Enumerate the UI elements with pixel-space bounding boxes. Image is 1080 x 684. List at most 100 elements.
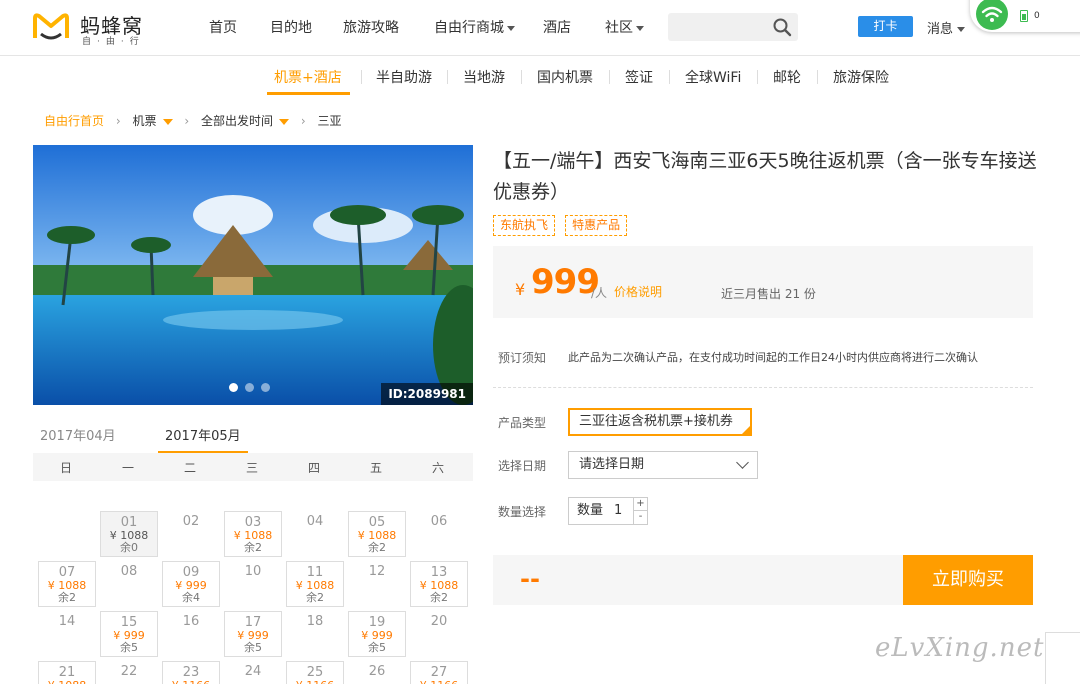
wifi-icon	[976, 0, 1008, 30]
weekday-label: 四	[307, 461, 320, 475]
search-icon[interactable]	[772, 17, 792, 37]
total-price: --	[520, 565, 540, 593]
buy-now-button[interactable]: 立即购买	[903, 555, 1033, 605]
price-explanation-link[interactable]: 价格说明	[614, 283, 662, 300]
calendar-day: 02	[162, 511, 220, 557]
calendar-day-number: 23	[182, 665, 200, 680]
carousel-dot[interactable]	[261, 383, 270, 392]
sub-nav: 机票+酒店 半自助游 当地游 国内机票 签证 全球WiFi 邮轮 旅游保险	[0, 56, 1080, 96]
wifi-widget[interactable]: 0	[970, 0, 1080, 32]
divider	[493, 387, 1033, 388]
calendar-day-number: 12	[368, 564, 386, 579]
image-id-label: ID:2089981	[381, 383, 473, 405]
breadcrumb-flight-label: 机票	[132, 114, 157, 128]
tab-month-april[interactable]: 2017年04月	[40, 425, 116, 444]
sold-count: 近三月售出 21 份	[721, 287, 816, 301]
logo[interactable]: 蚂蜂窝 自·由·行	[32, 10, 162, 47]
side-widget[interactable]	[1045, 632, 1080, 684]
date-select-placeholder: 请选择日期	[579, 457, 645, 472]
calendar-day-price: ¥ 1166	[163, 680, 219, 684]
calendar-day-number: 02	[182, 514, 200, 529]
calendar-day[interactable]: 19 ¥ 999 余5	[348, 611, 406, 657]
purchase-bar: -- 立即购买	[493, 555, 1033, 605]
nav-mall[interactable]: 自由行商城	[434, 17, 515, 37]
carousel-dot[interactable]	[245, 383, 254, 392]
quantity-stepper: 数量 1 + -	[568, 497, 648, 525]
calendar-day[interactable]: 05 ¥ 1088 余2	[348, 511, 406, 557]
calendar-day[interactable]: 03 ¥ 1088 余2	[224, 511, 282, 557]
calendar-day[interactable]: 09 ¥ 999 余4	[162, 561, 220, 607]
calendar-day[interactable]: 27¥ 1166余2	[410, 661, 468, 684]
calendar-day-number: 22	[120, 664, 138, 679]
breadcrumb-departure-time[interactable]: 全部出发时间	[201, 112, 289, 129]
product-title: 【五一/端午】西安飞海南三亚6天5晚往返机票（含一张专车接送优惠券）	[493, 150, 1037, 203]
subnav-wifi[interactable]: 全球WiFi	[685, 67, 741, 87]
nav-destination[interactable]: 目的地	[270, 17, 312, 37]
calendar-day-number: 03	[244, 515, 262, 530]
date-select[interactable]: 请选择日期	[568, 451, 758, 479]
calendar-day[interactable]: 21¥ 1088余2	[38, 661, 96, 684]
divider	[447, 70, 448, 84]
quantity-field-label: 数量	[577, 503, 604, 518]
product-tags: 东航执飞 特惠产品	[493, 215, 633, 236]
quantity-input[interactable]: 1	[614, 498, 622, 524]
calendar-day[interactable]: 07 ¥ 1088 余2	[38, 561, 96, 607]
chevron-right-icon: ›	[184, 113, 190, 128]
divider	[609, 70, 610, 84]
calendar-day[interactable]: 13 ¥ 1088 余2	[410, 561, 468, 607]
subnav-semi-guided[interactable]: 半自助游	[376, 67, 432, 87]
watermark: eLvXing.net	[875, 633, 1045, 663]
breadcrumb-home[interactable]: 自由行首页	[44, 112, 104, 129]
quantity-plus-button[interactable]: +	[633, 498, 647, 511]
calendar-day: 04	[286, 511, 344, 557]
chevron-down-icon	[736, 456, 749, 469]
chevron-down-icon	[957, 27, 966, 32]
calendar-day[interactable]: 23¥ 1166余2	[162, 661, 220, 684]
carousel-dot[interactable]	[229, 383, 238, 392]
subnav-domestic-flights[interactable]: 国内机票	[537, 67, 593, 87]
nav-community-label: 社区	[605, 20, 633, 36]
price-calendar: 日 一 二 三 四 五 六 01 ¥ 1088 余0 02 03 ¥ 1088 余2 04 05…	[33, 453, 473, 684]
subnav-visa[interactable]: 签证	[625, 67, 653, 87]
weekday-label: 六	[431, 461, 444, 475]
subnav-local-tours[interactable]: 当地游	[463, 67, 505, 87]
quantity-minus-button[interactable]: -	[633, 511, 647, 524]
calendar-day-remaining: 余5	[368, 641, 386, 654]
calendar-day-number: 14	[58, 614, 76, 629]
calendar-day: 20	[410, 611, 468, 657]
calendar-day[interactable]: 25¥ 1166余2	[286, 661, 344, 684]
search-input[interactable]	[668, 13, 798, 41]
nav-community[interactable]: 社区	[605, 17, 644, 37]
tab-month-may[interactable]: 2017年05月	[165, 425, 241, 444]
subnav-cruise[interactable]: 邮轮	[773, 67, 801, 87]
calendar-day-remaining: 余2	[244, 541, 262, 554]
calendar-day: 10	[224, 561, 282, 607]
checkin-button[interactable]: 打卡	[858, 16, 913, 37]
breadcrumb-flight[interactable]: 机票	[132, 112, 173, 129]
product-photo[interactable]: ID:2089981	[33, 145, 473, 405]
calendar-day-number: 24	[244, 664, 262, 679]
nav-guides[interactable]: 旅游攻略	[343, 17, 399, 37]
subnav-flight-hotel[interactable]: 机票+酒店	[274, 67, 342, 87]
chevron-right-icon: ›	[115, 113, 121, 128]
battery-value: 0	[1034, 11, 1040, 21]
calendar-day[interactable]: 11 ¥ 1088 余2	[286, 561, 344, 607]
calendar-day-remaining: 余2	[58, 591, 76, 604]
calendar-day-number: 27	[430, 665, 448, 680]
calendar-day[interactable]: 17 ¥ 999 余5	[224, 611, 282, 657]
calendar-day[interactable]: 01 ¥ 1088 余0	[100, 511, 158, 557]
calendar-grid: 01 ¥ 1088 余0 02 03 ¥ 1088 余2 04 05 ¥ 1088 余2 06 07 ¥ …	[33, 481, 473, 684]
calendar-day-remaining: 余2	[430, 591, 448, 604]
calendar-day[interactable]: 15 ¥ 999 余5	[100, 611, 158, 657]
calendar-day-remaining: 余4	[182, 591, 200, 604]
caret-down-icon	[162, 118, 173, 125]
notice-text: 此产品为二次确认产品，在支付成功时间起的工作日24小时内供应商将进行二次确认	[568, 351, 978, 364]
product-type-option[interactable]: 三亚往返含税机票+接机券	[568, 408, 752, 436]
subnav-insurance[interactable]: 旅游保险	[833, 67, 889, 87]
calendar-day-remaining: 余2	[368, 541, 386, 554]
calendar-day-number: 13	[430, 565, 448, 580]
messages-menu[interactable]: 消息	[927, 18, 966, 37]
nav-home[interactable]: 首页	[209, 17, 237, 37]
calendar-day-number: 04	[306, 514, 324, 529]
nav-hotel[interactable]: 酒店	[543, 17, 571, 37]
